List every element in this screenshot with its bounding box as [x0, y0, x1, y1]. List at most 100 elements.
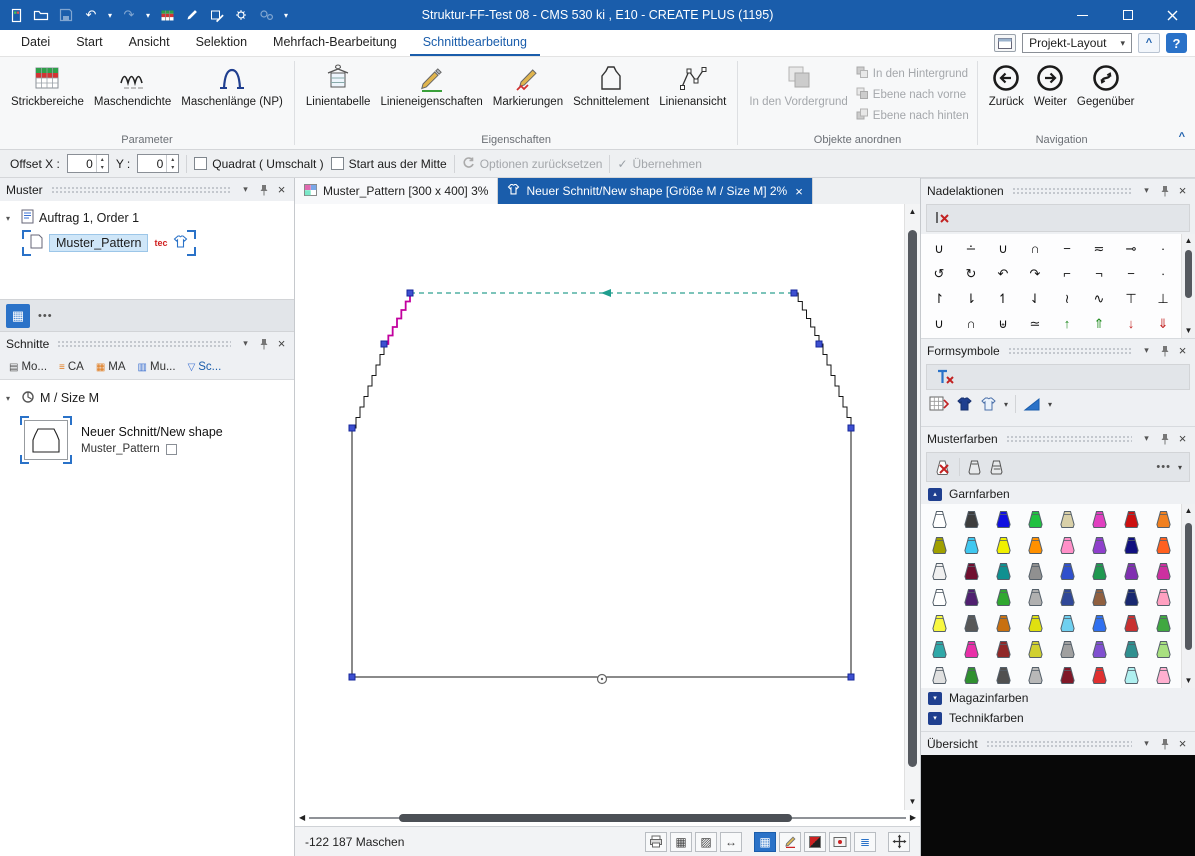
order-tree-root[interactable]: ▾ Auftrag 1, Order 1 [6, 206, 288, 230]
yarn-color-swatch[interactable] [1115, 532, 1147, 558]
yarn-color-swatch[interactable] [1147, 532, 1179, 558]
yarn-color-swatch[interactable] [955, 662, 987, 688]
needle-action-symbol[interactable]: ⇑ [1083, 311, 1115, 336]
yarn-color-swatch[interactable] [1115, 610, 1147, 636]
yarn-color-swatch[interactable] [923, 506, 955, 532]
shape-vertex-handle[interactable] [848, 425, 854, 431]
ebene-nach-hinten-button[interactable]: Ebene nach hinten [855, 107, 969, 124]
shape-vertex-handle[interactable] [349, 674, 355, 680]
in-den-vordergrund-button[interactable]: In den Vordergrund [744, 61, 852, 110]
apply-button[interactable]: ✓ Übernehmen [617, 157, 701, 171]
yarn-mode-button[interactable] [804, 832, 826, 852]
yarn-color-swatch[interactable] [955, 636, 987, 662]
redo-dropdown-icon[interactable]: ▾ [142, 11, 154, 20]
yarn-color-swatch[interactable] [987, 610, 1019, 636]
panel-menu-icon[interactable]: ▾ [1140, 737, 1153, 751]
garnfarben-scrollbar[interactable]: ▲ ▼ [1181, 504, 1195, 688]
dark-shirt-icon[interactable] [956, 396, 973, 412]
menu-tab-schnittbearbeitung[interactable]: Schnittbearbeitung [410, 30, 540, 56]
document-tab-muster-pattern[interactable]: Muster_Pattern [300 x 400] 3% [295, 178, 498, 204]
markierungen-button[interactable]: Markierungen [488, 61, 568, 110]
color-library-icon[interactable] [989, 459, 1004, 475]
maschenlaenge-button[interactable]: Maschenlänge (NP) [176, 61, 288, 110]
vertical-scroll-thumb[interactable] [908, 230, 917, 768]
linientabelle-button[interactable]: Linientabelle [301, 61, 376, 110]
yarn-color-swatch[interactable] [923, 558, 955, 584]
weiter-button[interactable]: Weiter [1029, 61, 1072, 110]
scroll-down-icon[interactable]: ▼ [1185, 675, 1193, 687]
yarn-color-swatch[interactable] [987, 506, 1019, 532]
expand-section-icon[interactable]: ▾ [928, 692, 942, 705]
yarn-color-swatch[interactable] [1083, 558, 1115, 584]
needle-action-symbol[interactable]: ∿ [1083, 286, 1115, 311]
step-down-icon[interactable]: ▾ [167, 164, 178, 173]
horizontal-scroll-thumb[interactable] [399, 814, 793, 822]
offset-y-input[interactable]: 0 ▴▾ [137, 154, 179, 173]
scroll-right-icon[interactable]: ▶ [910, 812, 916, 824]
scroll-down-icon[interactable]: ▼ [1185, 325, 1193, 337]
start-aus-der-mitte-checkbox[interactable]: Start aus der Mitte [331, 157, 447, 171]
needle-action-symbol[interactable]: ⇓ [1147, 311, 1179, 336]
schnitte-tab-sc[interactable]: ▽Sc... [183, 359, 227, 375]
maximize-button[interactable] [1105, 0, 1150, 30]
needle-action-symbol[interactable]: ∸ [955, 236, 987, 261]
close-panel-icon[interactable]: × [275, 337, 288, 351]
shape-vertex-handle[interactable] [848, 674, 854, 680]
collapse-section-icon[interactable]: ▴ [928, 488, 942, 501]
edit-pencil-icon[interactable] [180, 3, 204, 27]
yarn-color-swatch[interactable] [1019, 506, 1051, 532]
chevron-down-icon[interactable]: ▾ [1178, 463, 1182, 472]
overflow-icon[interactable]: ••• [1156, 461, 1171, 473]
neuer-schnitt-item[interactable]: Neuer Schnitt/New shape Muster_Pattern [18, 410, 288, 470]
linieneigenschaften-button[interactable]: Linieneigenschaften [375, 61, 487, 110]
yarn-color-swatch[interactable] [1019, 636, 1051, 662]
needle-action-symbol[interactable]: − [1115, 261, 1147, 286]
offset-y-stepper[interactable]: ▴▾ [166, 155, 178, 172]
yarn-color-swatch[interactable] [955, 532, 987, 558]
needle-action-symbol[interactable]: ≃ [1019, 311, 1051, 336]
close-tab-icon[interactable]: × [795, 184, 803, 199]
menu-tab-mehrfach-bearbeitung[interactable]: Mehrfach-Bearbeitung [260, 30, 410, 56]
schnitte-tab-mu[interactable]: ▥Mu... [133, 359, 181, 375]
needle-action-symbol[interactable]: ¬ [1083, 261, 1115, 286]
magazinfarben-section-bar[interactable]: ▾ Magazinfarben [921, 688, 1195, 708]
close-panel-icon[interactable]: × [1176, 737, 1189, 751]
fabric-view-button[interactable]: ▦ [670, 832, 692, 852]
collapse-ribbon-button[interactable]: ^ [1138, 33, 1160, 53]
scroll-up-icon[interactable]: ▲ [1185, 505, 1193, 517]
color-book-icon[interactable] [967, 459, 982, 475]
quadrat-checkbox[interactable]: Quadrat ( Umschalt ) [194, 157, 323, 171]
scroll-down-icon[interactable]: ▼ [909, 796, 917, 808]
yarn-color-swatch[interactable] [1019, 584, 1051, 610]
expander-icon[interactable]: ▾ [6, 214, 16, 223]
shape-vertex-handle[interactable] [791, 290, 797, 296]
panel-menu-icon[interactable]: ▾ [1140, 184, 1153, 198]
needle-action-symbol[interactable]: ≂ [1083, 236, 1115, 261]
nadelaktionen-scrollbar[interactable]: ▲ ▼ [1181, 234, 1195, 338]
horizontal-scroll-track[interactable] [309, 813, 906, 823]
scroll-thumb[interactable] [1185, 250, 1192, 298]
yarn-color-swatch[interactable] [1083, 610, 1115, 636]
ebene-nach-vorne-button[interactable]: Ebene nach vorne [855, 86, 969, 103]
yarn-color-swatch[interactable] [1115, 662, 1147, 688]
vertical-scroll-track[interactable] [905, 218, 920, 796]
shape-direction-marker[interactable] [601, 289, 611, 297]
needle-action-symbol[interactable]: ∪ [923, 236, 955, 261]
yarn-color-swatch[interactable] [1115, 584, 1147, 610]
needle-action-symbol[interactable]: ↷ [1019, 261, 1051, 286]
menu-tab-selektion[interactable]: Selektion [183, 30, 260, 56]
yarn-color-swatch[interactable] [987, 584, 1019, 610]
shape-grid-icon[interactable] [929, 396, 949, 412]
layout-window-icon[interactable] [994, 34, 1016, 52]
garnfarben-section-bar[interactable]: ▴ Garnfarben [921, 484, 1195, 504]
yarn-color-swatch[interactable] [1019, 558, 1051, 584]
needle-action-symbol[interactable]: ↓ [1115, 311, 1147, 336]
linienansicht-button[interactable]: Linienansicht [654, 61, 731, 110]
project-layout-dropdown[interactable]: Projekt-Layout ▾ [1022, 33, 1132, 53]
needle-action-symbol[interactable]: ∪ [987, 236, 1019, 261]
delete-needle-action-icon[interactable] [933, 211, 951, 225]
scroll-track[interactable] [1182, 517, 1195, 675]
shape-vertex-handle[interactable] [381, 341, 387, 347]
yarn-color-swatch[interactable] [1051, 662, 1083, 688]
needle-action-symbol[interactable]: − [1051, 236, 1083, 261]
